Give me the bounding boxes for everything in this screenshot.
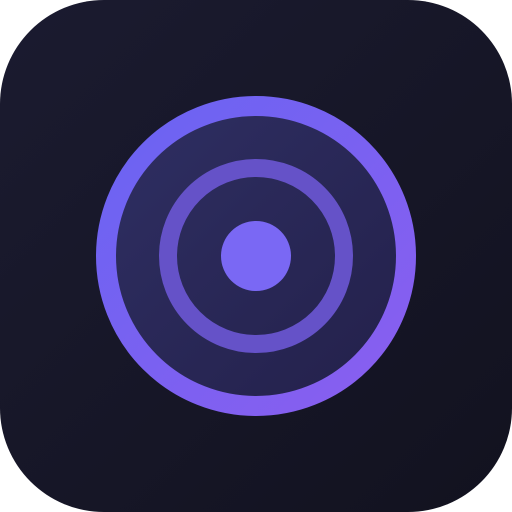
app-icon[interactable] [0,0,512,512]
app-icon-graphic [0,0,512,512]
target-center-dot [221,221,291,291]
